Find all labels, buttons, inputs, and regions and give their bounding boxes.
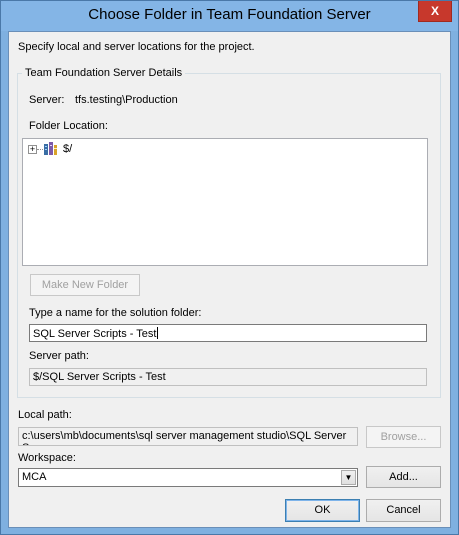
server-value: tfs.testing\Production: [75, 94, 178, 106]
dialog-client-area: Specify local and server locations for t…: [8, 31, 451, 528]
close-icon: X: [430, 4, 439, 18]
dialog-window: Choose Folder in Team Foundation Server …: [0, 0, 459, 535]
workspace-label: Workspace:: [18, 452, 76, 464]
workspace-select[interactable]: MCA ▼: [18, 468, 358, 487]
cancel-button[interactable]: Cancel: [366, 499, 441, 522]
folder-location-label: Folder Location:: [29, 120, 108, 132]
solution-folder-value: SQL Server Scripts - Test: [33, 328, 157, 340]
add-workspace-button[interactable]: Add...: [366, 466, 441, 488]
server-path-label: Server path:: [29, 350, 89, 362]
local-path-field[interactable]: c:\users\mb\documents\sql server managem…: [18, 427, 358, 446]
title-bar[interactable]: Choose Folder in Team Foundation Server …: [1, 1, 458, 31]
server-path-field: $/SQL Server Scripts - Test: [29, 368, 427, 386]
server-path-value: $/SQL Server Scripts - Test: [33, 371, 166, 383]
local-path-value: c:\users\mb\documents\sql server managem…: [22, 430, 347, 445]
folder-tree[interactable]: + $/: [22, 138, 428, 266]
make-new-folder-button[interactable]: Make New Folder: [30, 274, 140, 296]
solution-folder-label: Type a name for the solution folder:: [29, 307, 202, 319]
instructions-text: Specify local and server locations for t…: [18, 41, 255, 53]
server-label: Server:: [29, 94, 65, 106]
ok-button[interactable]: OK: [285, 499, 360, 522]
tree-root-item[interactable]: $/: [63, 143, 72, 155]
local-path-label: Local path:: [18, 409, 72, 421]
window-title: Choose Folder in Team Foundation Server: [88, 6, 371, 23]
close-button[interactable]: X: [418, 1, 452, 22]
text-caret: [157, 327, 159, 339]
browse-button[interactable]: Browse...: [366, 426, 441, 448]
workspace-selected-value: MCA: [22, 471, 47, 483]
solution-folder-input[interactable]: SQL Server Scripts - Test: [29, 324, 427, 342]
tree-expand-icon[interactable]: +: [28, 145, 37, 154]
chevron-down-icon[interactable]: ▼: [341, 470, 356, 485]
tree-connector: [37, 149, 43, 150]
group-legend: Team Foundation Server Details: [22, 67, 186, 79]
server-folder-icon: [44, 142, 57, 156]
